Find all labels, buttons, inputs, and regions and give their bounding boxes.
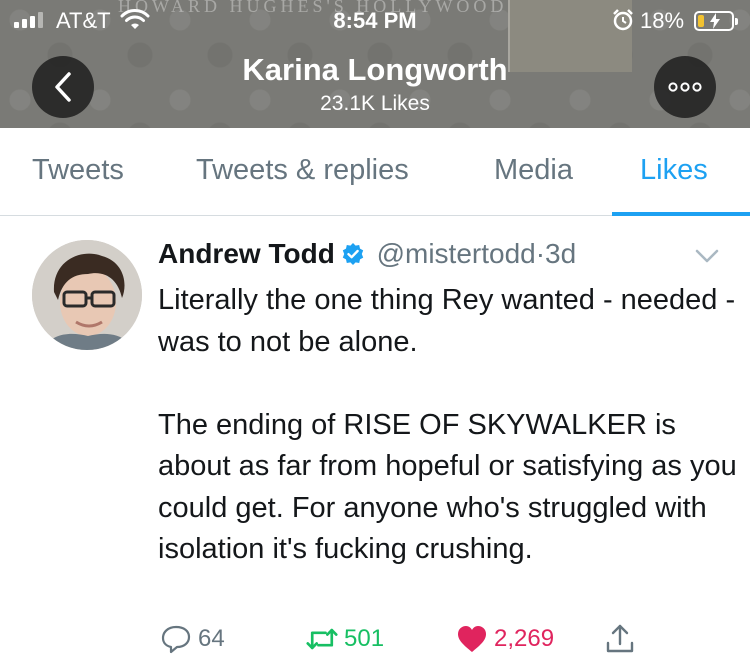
battery-percentage: 18% [640, 8, 685, 33]
tab-media[interactable]: Media [494, 154, 573, 187]
alarm-icon [613, 9, 633, 31]
tab-tweets-and-replies[interactable]: Tweets & replies [196, 154, 409, 187]
share-icon [606, 624, 634, 653]
like-count: 2,269 [494, 625, 555, 652]
verified-badge-icon [342, 243, 363, 265]
profile-tabs: Tweets Tweets & replies Media Likes [0, 128, 750, 216]
battery-icon [694, 11, 738, 31]
share-button[interactable] [604, 618, 636, 660]
reply-icon [161, 625, 191, 654]
profile-header-banner: HOWARD HUGHES'S HOLLYWOOD AT&T 8:54 PM 1… [0, 0, 750, 128]
heart-icon [458, 626, 486, 652]
tweet-handle[interactable]: @mistertodd [377, 238, 536, 269]
clock: 8:54 PM [333, 8, 417, 33]
status-bar: AT&T 8:54 PM 18% [0, 0, 750, 40]
tweet-author-name[interactable]: Andrew Todd [158, 238, 335, 269]
retweet-button[interactable]: 501 [306, 618, 384, 660]
tweet-actions: 64 501 2,269 [0, 618, 750, 660]
tab-tweets[interactable]: Tweets [32, 154, 124, 187]
like-button[interactable]: 2,269 [456, 618, 554, 660]
active-tab-indicator [612, 212, 750, 216]
reply-button[interactable]: 64 [160, 618, 225, 660]
likes-count-subtitle: 23.1K Likes [320, 92, 430, 115]
profile-name-title: Karina Longworth [242, 52, 508, 87]
battery-fill [698, 15, 704, 27]
more-options-button[interactable] [654, 56, 716, 118]
avatar[interactable] [32, 240, 142, 350]
tab-likes[interactable]: Likes [640, 154, 708, 187]
charging-bolt-icon [710, 13, 720, 29]
retweet-icon [306, 628, 338, 650]
chevron-down-icon[interactable] [694, 246, 720, 266]
separator-dot: · [535, 238, 546, 269]
retweet-count: 501 [344, 625, 385, 652]
tweet-age: 3d [545, 238, 577, 269]
avatar-portrait [32, 240, 142, 350]
reply-count: 64 [198, 625, 225, 652]
tweet-header: Andrew Todd @mistertodd·3d [158, 238, 576, 270]
more-dots-icon [668, 82, 702, 92]
tweet-text: Literally the one thing Rey wanted - nee… [158, 284, 737, 565]
